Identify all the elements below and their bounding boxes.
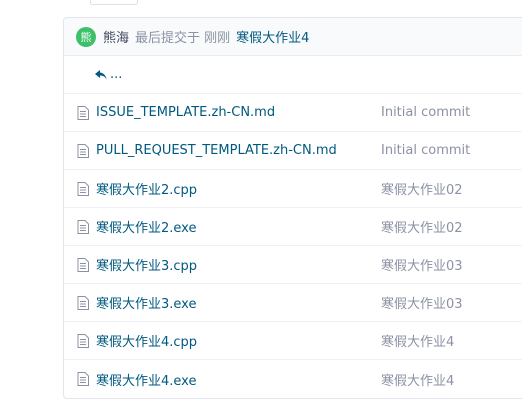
file-commit-message[interactable]: 寒假大作业03 — [381, 293, 463, 312]
file-commit-message[interactable]: 寒假大作业4 — [381, 370, 454, 389]
file-commit-message[interactable]: 寒假大作业02 — [381, 217, 463, 236]
commit-author[interactable]: 熊海 — [103, 27, 129, 46]
file-text-icon — [77, 106, 89, 120]
file-row[interactable]: 寒假大作业3.exe 寒假大作业03 — [64, 284, 522, 322]
file-name-link[interactable]: 寒假大作业3.cpp — [96, 255, 197, 274]
file-text-icon — [77, 220, 89, 234]
file-row[interactable]: 寒假大作业4.exe 寒假大作业4 — [64, 360, 522, 398]
file-text-icon — [77, 258, 89, 272]
commit-message-link[interactable]: 寒假大作业4 — [236, 27, 309, 46]
file-name-link[interactable]: 寒假大作业2.exe — [96, 217, 196, 236]
file-name-link[interactable]: 寒假大作业3.exe — [96, 293, 196, 312]
file-text-icon — [77, 144, 89, 158]
file-text-icon — [77, 296, 89, 310]
author-avatar[interactable]: 熊 — [76, 26, 96, 47]
file-row[interactable]: ISSUE_TEMPLATE.zh-CN.md Initial commit — [64, 94, 522, 132]
file-commit-message[interactable]: Initial commit — [381, 143, 470, 158]
parent-directory-label: ... — [110, 67, 123, 82]
file-commit-message[interactable]: 寒假大作业4 — [381, 331, 454, 350]
file-commit-message[interactable]: 寒假大作业02 — [381, 179, 463, 198]
file-row[interactable]: 寒假大作业3.cpp 寒假大作业03 — [64, 246, 522, 284]
file-text-icon — [77, 334, 89, 348]
file-commit-message[interactable]: Initial commit — [381, 105, 470, 120]
file-row[interactable]: 寒假大作业2.exe 寒假大作业02 — [64, 208, 522, 246]
parent-directory-link[interactable]: ... — [95, 67, 122, 82]
file-name-link[interactable]: PULL_REQUEST_TEMPLATE.zh-CN.md — [96, 143, 337, 158]
file-text-icon — [77, 182, 89, 196]
file-name-link[interactable]: ISSUE_TEMPLATE.zh-CN.md — [96, 105, 275, 120]
file-row[interactable]: 寒假大作业4.cpp 寒假大作业4 — [64, 322, 522, 360]
file-text-icon — [77, 372, 89, 386]
parent-directory-row[interactable]: ... — [64, 56, 522, 94]
file-name-link[interactable]: 寒假大作业2.cpp — [96, 179, 197, 198]
reply-arrow-icon — [95, 69, 107, 79]
file-row[interactable]: PULL_REQUEST_TEMPLATE.zh-CN.md Initial co… — [64, 132, 522, 170]
file-name-link[interactable]: 寒假大作业4.cpp — [96, 331, 197, 350]
file-tree-panel: 熊 熊海 最后提交于 刚刚 寒假大作业4 ... ISSUE_TEMPLATE.… — [63, 17, 522, 399]
file-name-link[interactable]: 寒假大作业4.exe — [96, 370, 196, 389]
file-row[interactable]: 寒假大作业2.cpp 寒假大作业02 — [64, 170, 522, 208]
commit-time: 最后提交于 刚刚 — [135, 31, 231, 46]
top-button-stub — [90, 0, 138, 5]
file-commit-message[interactable]: 寒假大作业03 — [381, 255, 463, 274]
latest-commit-bar: 熊 熊海 最后提交于 刚刚 寒假大作业4 — [64, 18, 522, 56]
